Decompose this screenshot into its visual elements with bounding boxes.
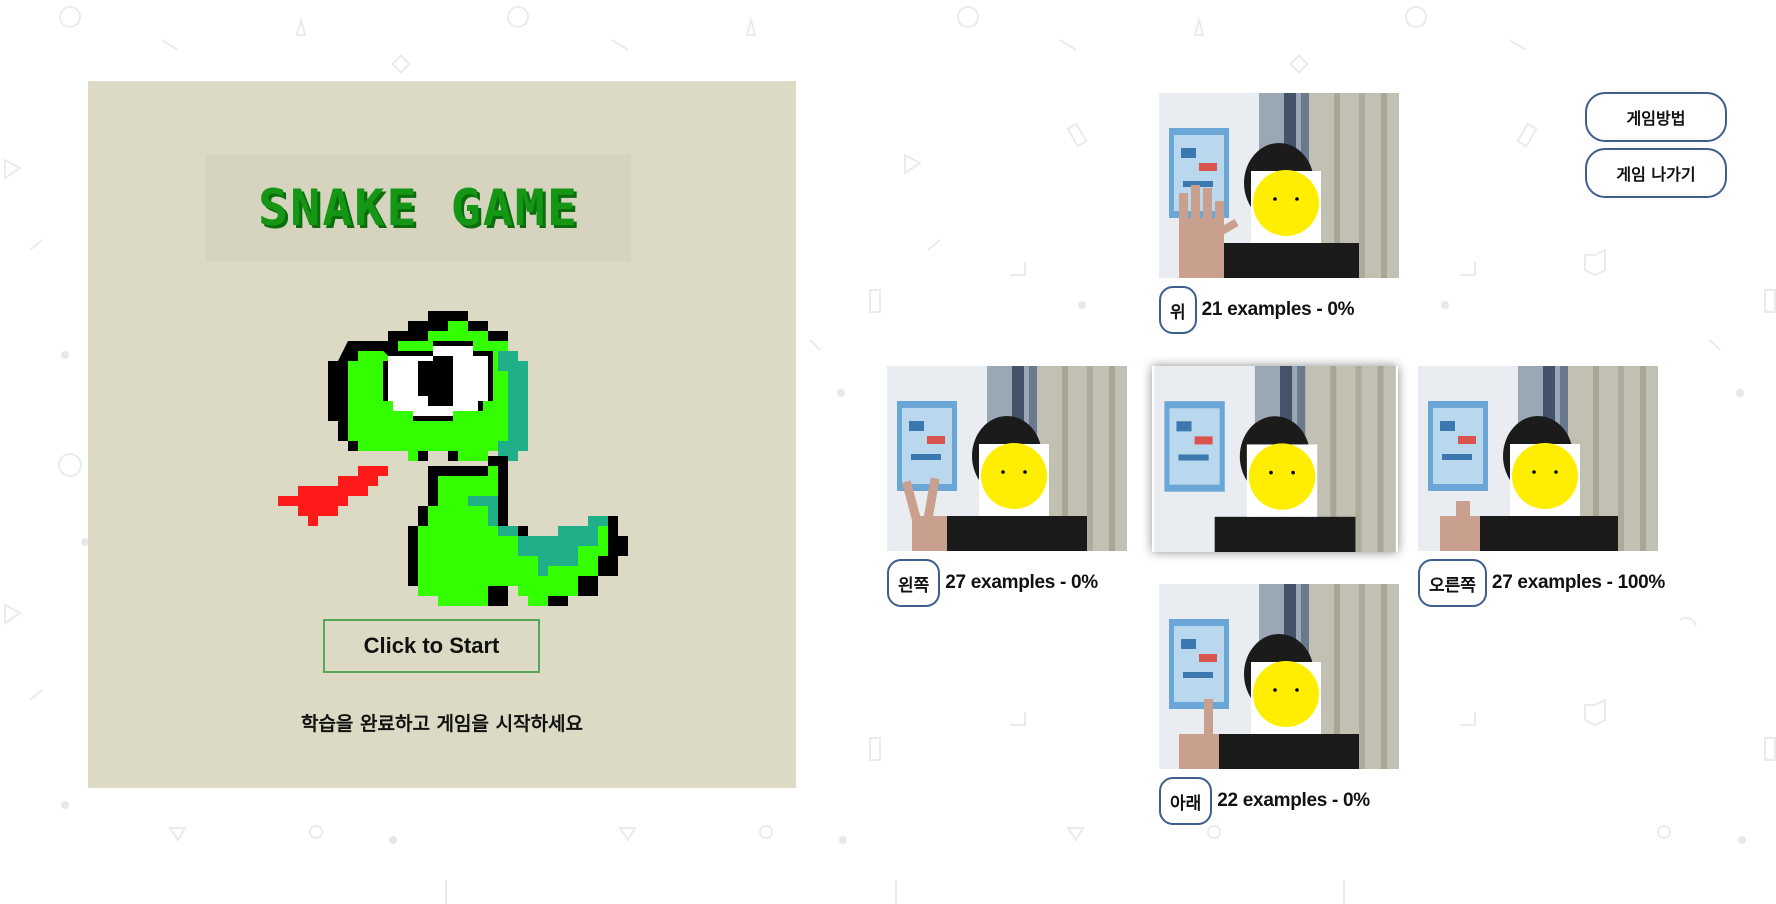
start-button[interactable]: Click to Start	[323, 619, 540, 673]
game-panel: SNAKE GAME Click to Start 학습을 완료하고 게임을 시…	[88, 81, 796, 788]
webcam-down	[1159, 584, 1399, 769]
webcam-up	[1159, 93, 1399, 278]
title-box: SNAKE GAME	[206, 155, 631, 261]
class-right-stats: 27 examples - 100%	[1491, 572, 1666, 593]
class-up-stats: 21 examples - 0%	[1201, 299, 1355, 320]
class-up: 위 21 examples - 0%	[1159, 285, 1355, 335]
class-down-stats: 22 examples - 0%	[1217, 790, 1370, 811]
class-right-label[interactable]: 오른쪽	[1418, 559, 1487, 607]
class-right: 오른쪽 27 examples - 100%	[1418, 558, 1665, 608]
class-left-label[interactable]: 왼쪽	[887, 559, 941, 607]
class-down-label[interactable]: 아래	[1159, 777, 1213, 825]
instruction-text: 학습을 완료하고 게임을 시작하세요	[300, 713, 584, 735]
class-left: 왼쪽 27 examples - 0%	[887, 558, 1098, 608]
snake-illustration	[278, 311, 628, 606]
class-up-label[interactable]: 위	[1159, 286, 1197, 334]
webcam-live	[1152, 366, 1398, 552]
webcam-right	[1418, 366, 1658, 551]
exit-game-button[interactable]: 게임 나가기	[1585, 148, 1727, 198]
class-down: 아래 22 examples - 0%	[1159, 776, 1370, 826]
webcam-left	[887, 366, 1127, 551]
class-left-stats: 27 examples - 0%	[945, 572, 1098, 593]
game-title: SNAKE GAME	[257, 179, 580, 237]
how-to-play-button[interactable]: 게임방법	[1585, 92, 1727, 142]
